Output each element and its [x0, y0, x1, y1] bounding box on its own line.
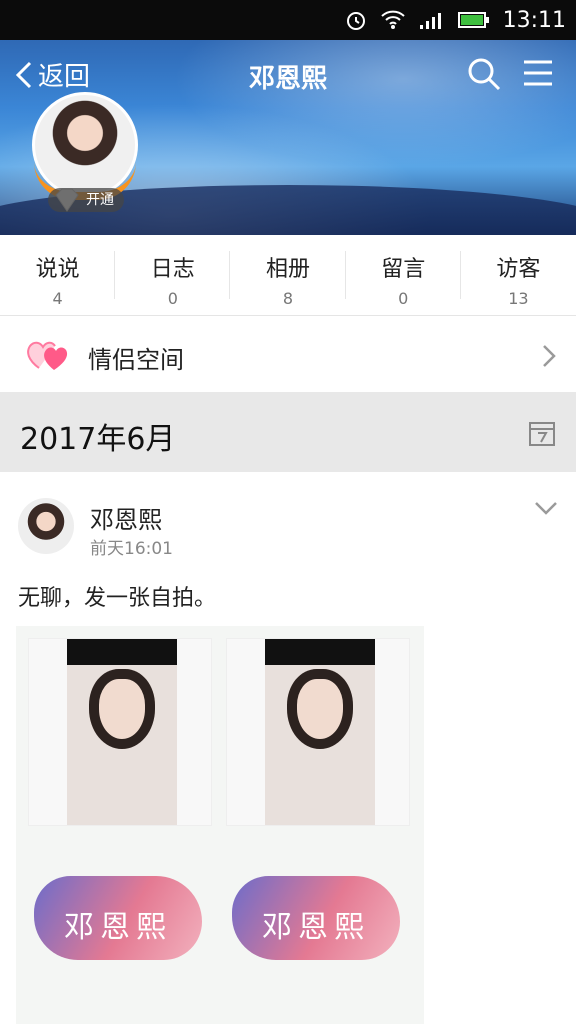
portrait [265, 639, 375, 825]
calendar-icon[interactable] [528, 419, 556, 447]
photo-frame-right [226, 638, 410, 826]
post-author[interactable]: 邓恩熙 [90, 500, 162, 535]
post-time: 前天16:01 [90, 539, 173, 559]
stat-label: 访客 [496, 257, 541, 282]
signal-icon [420, 13, 441, 29]
wifi-icon [381, 10, 405, 29]
stat-label: 留言 [381, 257, 426, 282]
photo-frame-left [28, 638, 212, 826]
face [287, 669, 353, 749]
alarm-icon [347, 12, 365, 30]
chevron-down-icon[interactable] [534, 500, 558, 516]
portrait [67, 639, 177, 825]
stat-diary[interactable]: 日志 0 [115, 235, 231, 315]
stat-shuoshuo[interactable]: 说说 4 [0, 235, 116, 315]
stat-label: 相册 [266, 257, 311, 282]
vip-badge[interactable]: 开通 [48, 188, 124, 212]
stat-messages[interactable]: 留言 0 [346, 235, 462, 315]
couple-space-label: 情侣空间 [88, 346, 184, 374]
stat-count: 8 [282, 289, 294, 308]
stats-bar: 说说 4 日志 0 相册 8 留言 0 访客 13 [0, 235, 576, 316]
face [89, 669, 155, 749]
post-image[interactable]: 邓恩熙 邓恩熙 [16, 626, 424, 1024]
stat-album[interactable]: 相册 8 [230, 235, 346, 315]
status-icons [344, 8, 490, 32]
stat-visitors[interactable]: 访客 13 [461, 235, 576, 315]
month-header: 2017年6月 [0, 392, 576, 472]
month-label: 2017年6月 [20, 422, 176, 457]
couple-space-row[interactable]: 情侣空间 [0, 316, 576, 392]
status-bar: 13:11 [0, 0, 576, 40]
post-avatar[interactable] [18, 498, 74, 554]
search-icon[interactable] [466, 56, 502, 92]
status-time: 13:11 [502, 8, 566, 33]
profile-avatar[interactable] [32, 92, 138, 200]
post-text: 无聊，发一张自拍。 [18, 586, 217, 611]
post-card: 邓恩熙 前天16:01 无聊，发一张自拍。 邓恩熙 邓恩熙 [0, 472, 576, 1024]
stat-count: 13 [508, 289, 529, 308]
stat-count: 0 [167, 289, 178, 308]
image-caption-left: 邓恩熙 [64, 910, 172, 945]
image-caption-right: 邓恩熙 [262, 910, 370, 945]
stat-label: 说说 [35, 257, 80, 282]
stat-count: 0 [398, 289, 409, 308]
chevron-right-icon [543, 345, 556, 367]
stat-label: 日志 [150, 257, 195, 282]
menu-icon[interactable] [522, 58, 554, 88]
heart-icon [27, 341, 68, 370]
battery-icon [458, 12, 489, 28]
stat-count: 4 [52, 289, 63, 308]
